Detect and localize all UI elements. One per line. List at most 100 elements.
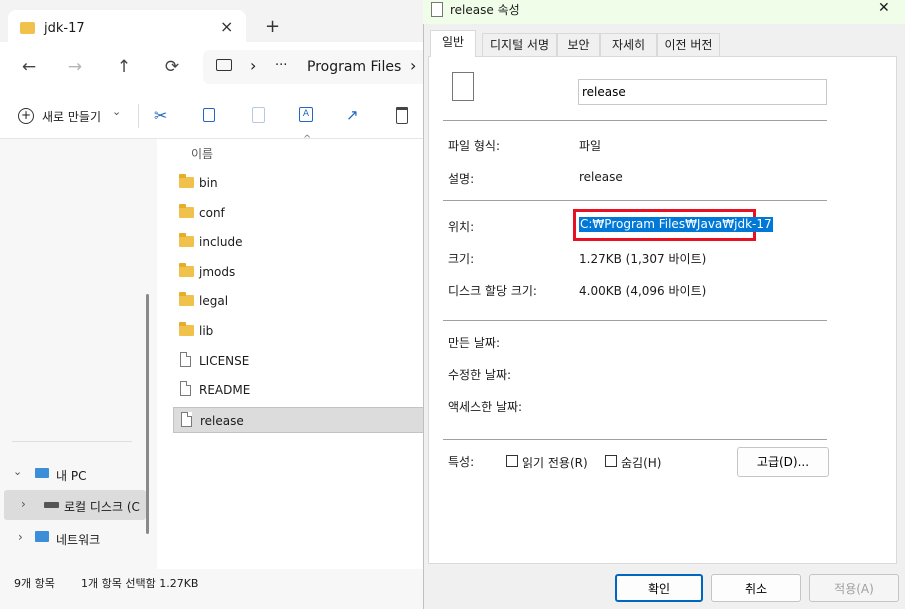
file-item[interactable]: README: [173, 377, 423, 403]
file-name: conf: [199, 206, 225, 220]
close-dialog-button[interactable]: ✕: [878, 0, 890, 16]
description-value: release: [579, 170, 623, 184]
accessed-label: 액세스한 날짜:: [448, 400, 523, 414]
tab-details[interactable]: 자세히: [600, 33, 657, 56]
address-bar[interactable]: › ··· Program Files ›: [203, 50, 423, 84]
tab-digital-signatures[interactable]: 디지털 서명: [482, 33, 557, 56]
new-tab-button[interactable]: +: [265, 16, 280, 37]
modified-label: 수정한 날짜:: [448, 368, 512, 382]
tab-security[interactable]: 보안: [557, 33, 600, 56]
cancel-button[interactable]: 취소: [711, 574, 801, 602]
folder-icon: [179, 204, 194, 218]
folder-icon: [179, 233, 194, 247]
breadcrumb-program-files[interactable]: Program Files: [307, 59, 401, 75]
toolbar-divider: [138, 104, 139, 128]
refresh-button[interactable]: ⟳: [161, 57, 183, 77]
sidebar-item-this-pc[interactable]: ⌄ 내 PC: [0, 462, 146, 486]
readonly-checkbox[interactable]: 읽기 전용(R): [506, 454, 596, 470]
delete-icon[interactable]: [396, 107, 408, 124]
sidebar-item-local-disk[interactable]: › 로컬 디스크 (C: [4, 490, 146, 520]
sidebar-item-network[interactable]: › 네트워크: [0, 526, 146, 550]
pc-icon: [35, 468, 49, 478]
tab-previous-versions[interactable]: 이전 버전: [657, 33, 720, 56]
advanced-button[interactable]: 고급(D)...: [737, 447, 829, 477]
file-name: include: [199, 235, 243, 249]
chevron-right-icon: ›: [18, 530, 23, 544]
new-item-button[interactable]: + 새로 만들기 ⌄: [12, 104, 124, 128]
file-type-value: 파일: [579, 139, 602, 153]
file-name: bin: [199, 176, 218, 190]
copy-icon[interactable]: [203, 108, 215, 122]
size-on-disk-label: 디스크 할당 크기:: [448, 284, 537, 298]
checkbox-box: [605, 455, 617, 467]
folder-item[interactable]: conf: [173, 200, 423, 226]
size-value: 1.27KB (1,307 바이트): [579, 252, 707, 266]
location-label: 위치:: [448, 220, 475, 234]
folder-icon: [179, 263, 194, 277]
sidebar-item-label: 내 PC: [56, 469, 87, 483]
forward-button[interactable]: →: [64, 57, 86, 77]
folder-item[interactable]: lib: [173, 318, 423, 344]
divider: [443, 200, 827, 201]
folder-item[interactable]: jmods: [173, 259, 423, 285]
nav-divider: [12, 441, 132, 442]
divider: [443, 439, 827, 440]
sort-arrow-icon: ^: [303, 134, 312, 145]
file-item[interactable]: release: [173, 407, 423, 433]
chevron-right-icon: ›: [21, 497, 26, 511]
divider: [443, 120, 827, 121]
tab-title: jdk-17: [44, 21, 85, 36]
folder-icon: [20, 22, 35, 34]
breadcrumb-separator: ›: [410, 56, 417, 75]
file-icon: [431, 2, 443, 17]
breadcrumb-overflow-button[interactable]: ···: [275, 58, 287, 73]
checkbox-box: [506, 455, 518, 467]
share-icon[interactable]: ↗: [346, 106, 359, 124]
breadcrumb-separator: ›: [250, 56, 257, 75]
general-tab-page: [428, 56, 897, 564]
redacted-dates-area: [576, 330, 796, 412]
cut-icon[interactable]: ✂: [154, 106, 167, 125]
file-item[interactable]: LICENSE: [173, 348, 423, 374]
nav-pane-scrollbar[interactable]: [146, 294, 149, 534]
new-item-label: 새로 만들기: [42, 110, 102, 124]
created-label: 만든 날짜:: [448, 336, 501, 350]
file-name: legal: [199, 294, 229, 308]
chevron-down-icon: ⌄: [13, 465, 23, 478]
folder-icon: [179, 322, 194, 336]
item-count: 9개 항목: [14, 577, 55, 590]
location-value[interactable]: C:₩Program Files₩Java₩jdk-17: [579, 217, 773, 232]
size-on-disk-value: 4.00KB (4,096 바이트): [579, 284, 707, 298]
close-tab-icon[interactable]: ×: [220, 17, 233, 36]
document-icon: [180, 381, 191, 396]
apply-button[interactable]: 적용(A): [809, 574, 899, 602]
ok-button[interactable]: 확인: [615, 574, 703, 602]
network-icon: [35, 531, 49, 542]
dialog-title: release 속성: [450, 3, 520, 17]
hidden-label: 숨김(H): [621, 456, 662, 470]
folder-item[interactable]: bin: [173, 170, 423, 196]
selection-info: 1개 항목 선택함 1.27KB: [81, 577, 199, 590]
large-file-icon: [452, 72, 474, 101]
filename-field[interactable]: [578, 79, 827, 105]
readonly-label: 읽기 전용(R): [522, 456, 588, 470]
up-button[interactable]: ↑: [113, 57, 135, 77]
hidden-checkbox[interactable]: 숨김(H): [605, 454, 675, 470]
chevron-down-icon: ⌄: [112, 105, 122, 118]
tab-general[interactable]: 일반: [430, 30, 476, 57]
file-name: README: [199, 383, 251, 397]
monitor-icon: [216, 59, 232, 71]
folder-icon: [179, 292, 194, 306]
rename-icon[interactable]: A: [299, 107, 313, 122]
sidebar-item-label: 네트워크: [56, 533, 101, 547]
file-type-label: 파일 형식:: [448, 139, 501, 153]
file-name: release: [200, 414, 244, 428]
paste-icon[interactable]: [252, 107, 265, 123]
file-name: LICENSE: [199, 354, 250, 368]
folder-item[interactable]: include: [173, 229, 423, 255]
folder-icon: [179, 174, 194, 188]
folder-item[interactable]: legal: [173, 288, 423, 314]
add-circle-icon: +: [18, 108, 34, 124]
column-header-name[interactable]: 이름: [191, 145, 213, 162]
back-button[interactable]: ←: [18, 57, 40, 77]
